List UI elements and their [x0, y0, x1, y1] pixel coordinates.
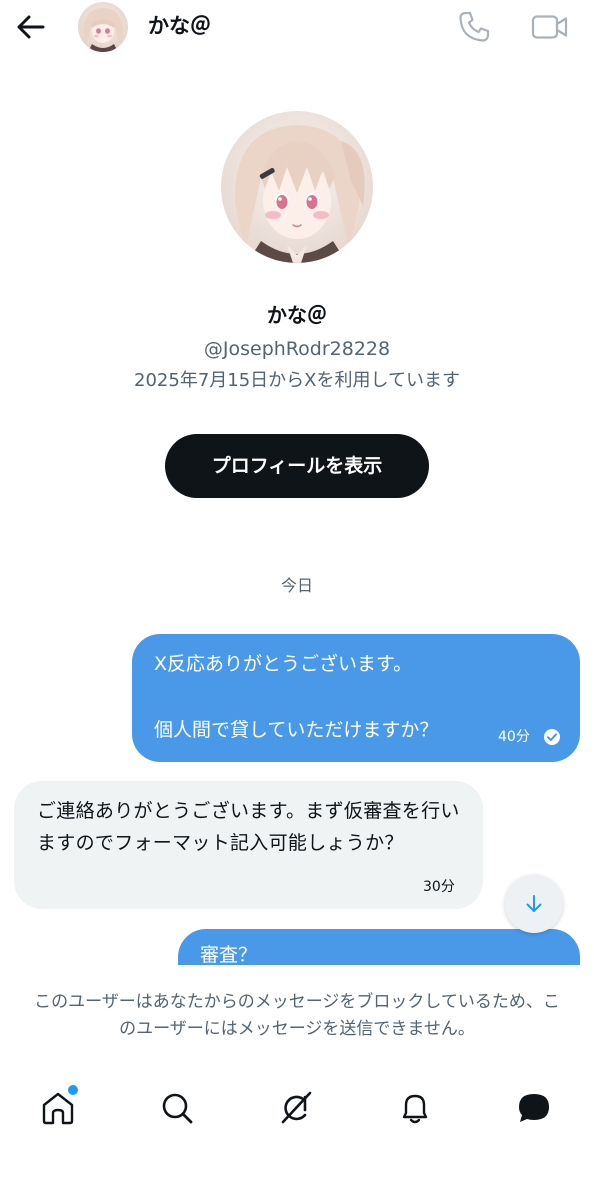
header-username[interactable]: かな＠ — [148, 12, 211, 40]
home-badge-dot — [66, 1083, 80, 1097]
phone-icon — [459, 11, 490, 42]
message-text: ご連絡ありがとうございます。まず仮審査を行いますのでフォーマット記入可能しょうか… — [37, 800, 460, 854]
profile-avatar[interactable] — [221, 111, 373, 263]
bottom-navigation — [0, 1080, 594, 1136]
nav-messages[interactable] — [514, 1088, 554, 1128]
outgoing-message[interactable]: X反応ありがとうございます。 個人間で貸していただけますか？ 40分 — [132, 634, 580, 762]
view-profile-button[interactable]: プロフィールを表示 — [165, 434, 429, 498]
message-timestamp: 30分 — [423, 879, 455, 895]
message-timestamp: 40分 — [498, 729, 530, 745]
header-avatar[interactable] — [78, 2, 128, 52]
message-text-line: 個人間で貸していただけますか？ — [154, 719, 439, 741]
incoming-message[interactable]: ご連絡ありがとうございます。まず仮審査を行いますのでフォーマット記入可能しょうか… — [14, 781, 483, 909]
arrow-left-icon — [17, 15, 45, 39]
nav-notifications[interactable] — [395, 1088, 435, 1128]
profile-display-name: かな＠ — [267, 303, 327, 327]
grok-icon — [281, 1091, 312, 1124]
conversation-header: かな＠ — [0, 0, 594, 52]
profile-handle: @JosephRodr28228 — [203, 338, 391, 360]
search-icon — [162, 1093, 193, 1124]
blocked-notice: このユーザーはあなたからのメッセージをブロックしているため、このユーザーにはメッ… — [34, 992, 560, 1039]
back-button[interactable] — [14, 10, 48, 44]
video-call-button[interactable] — [530, 9, 570, 45]
messages-icon — [519, 1094, 549, 1122]
profile-joined-date: 2025年7月15日からXを利用しています — [134, 370, 460, 391]
bell-icon — [402, 1094, 428, 1124]
call-button[interactable] — [456, 9, 492, 45]
video-camera-icon — [531, 15, 568, 39]
date-separator: 今日 — [280, 576, 313, 595]
nav-grok[interactable] — [276, 1088, 316, 1128]
scroll-to-bottom-button[interactable] — [505, 875, 563, 933]
message-text-line: X反応ありがとうございます。 — [154, 653, 413, 675]
nav-search[interactable] — [157, 1088, 197, 1128]
arrow-down-icon — [526, 895, 542, 912]
read-check-icon — [544, 729, 560, 745]
